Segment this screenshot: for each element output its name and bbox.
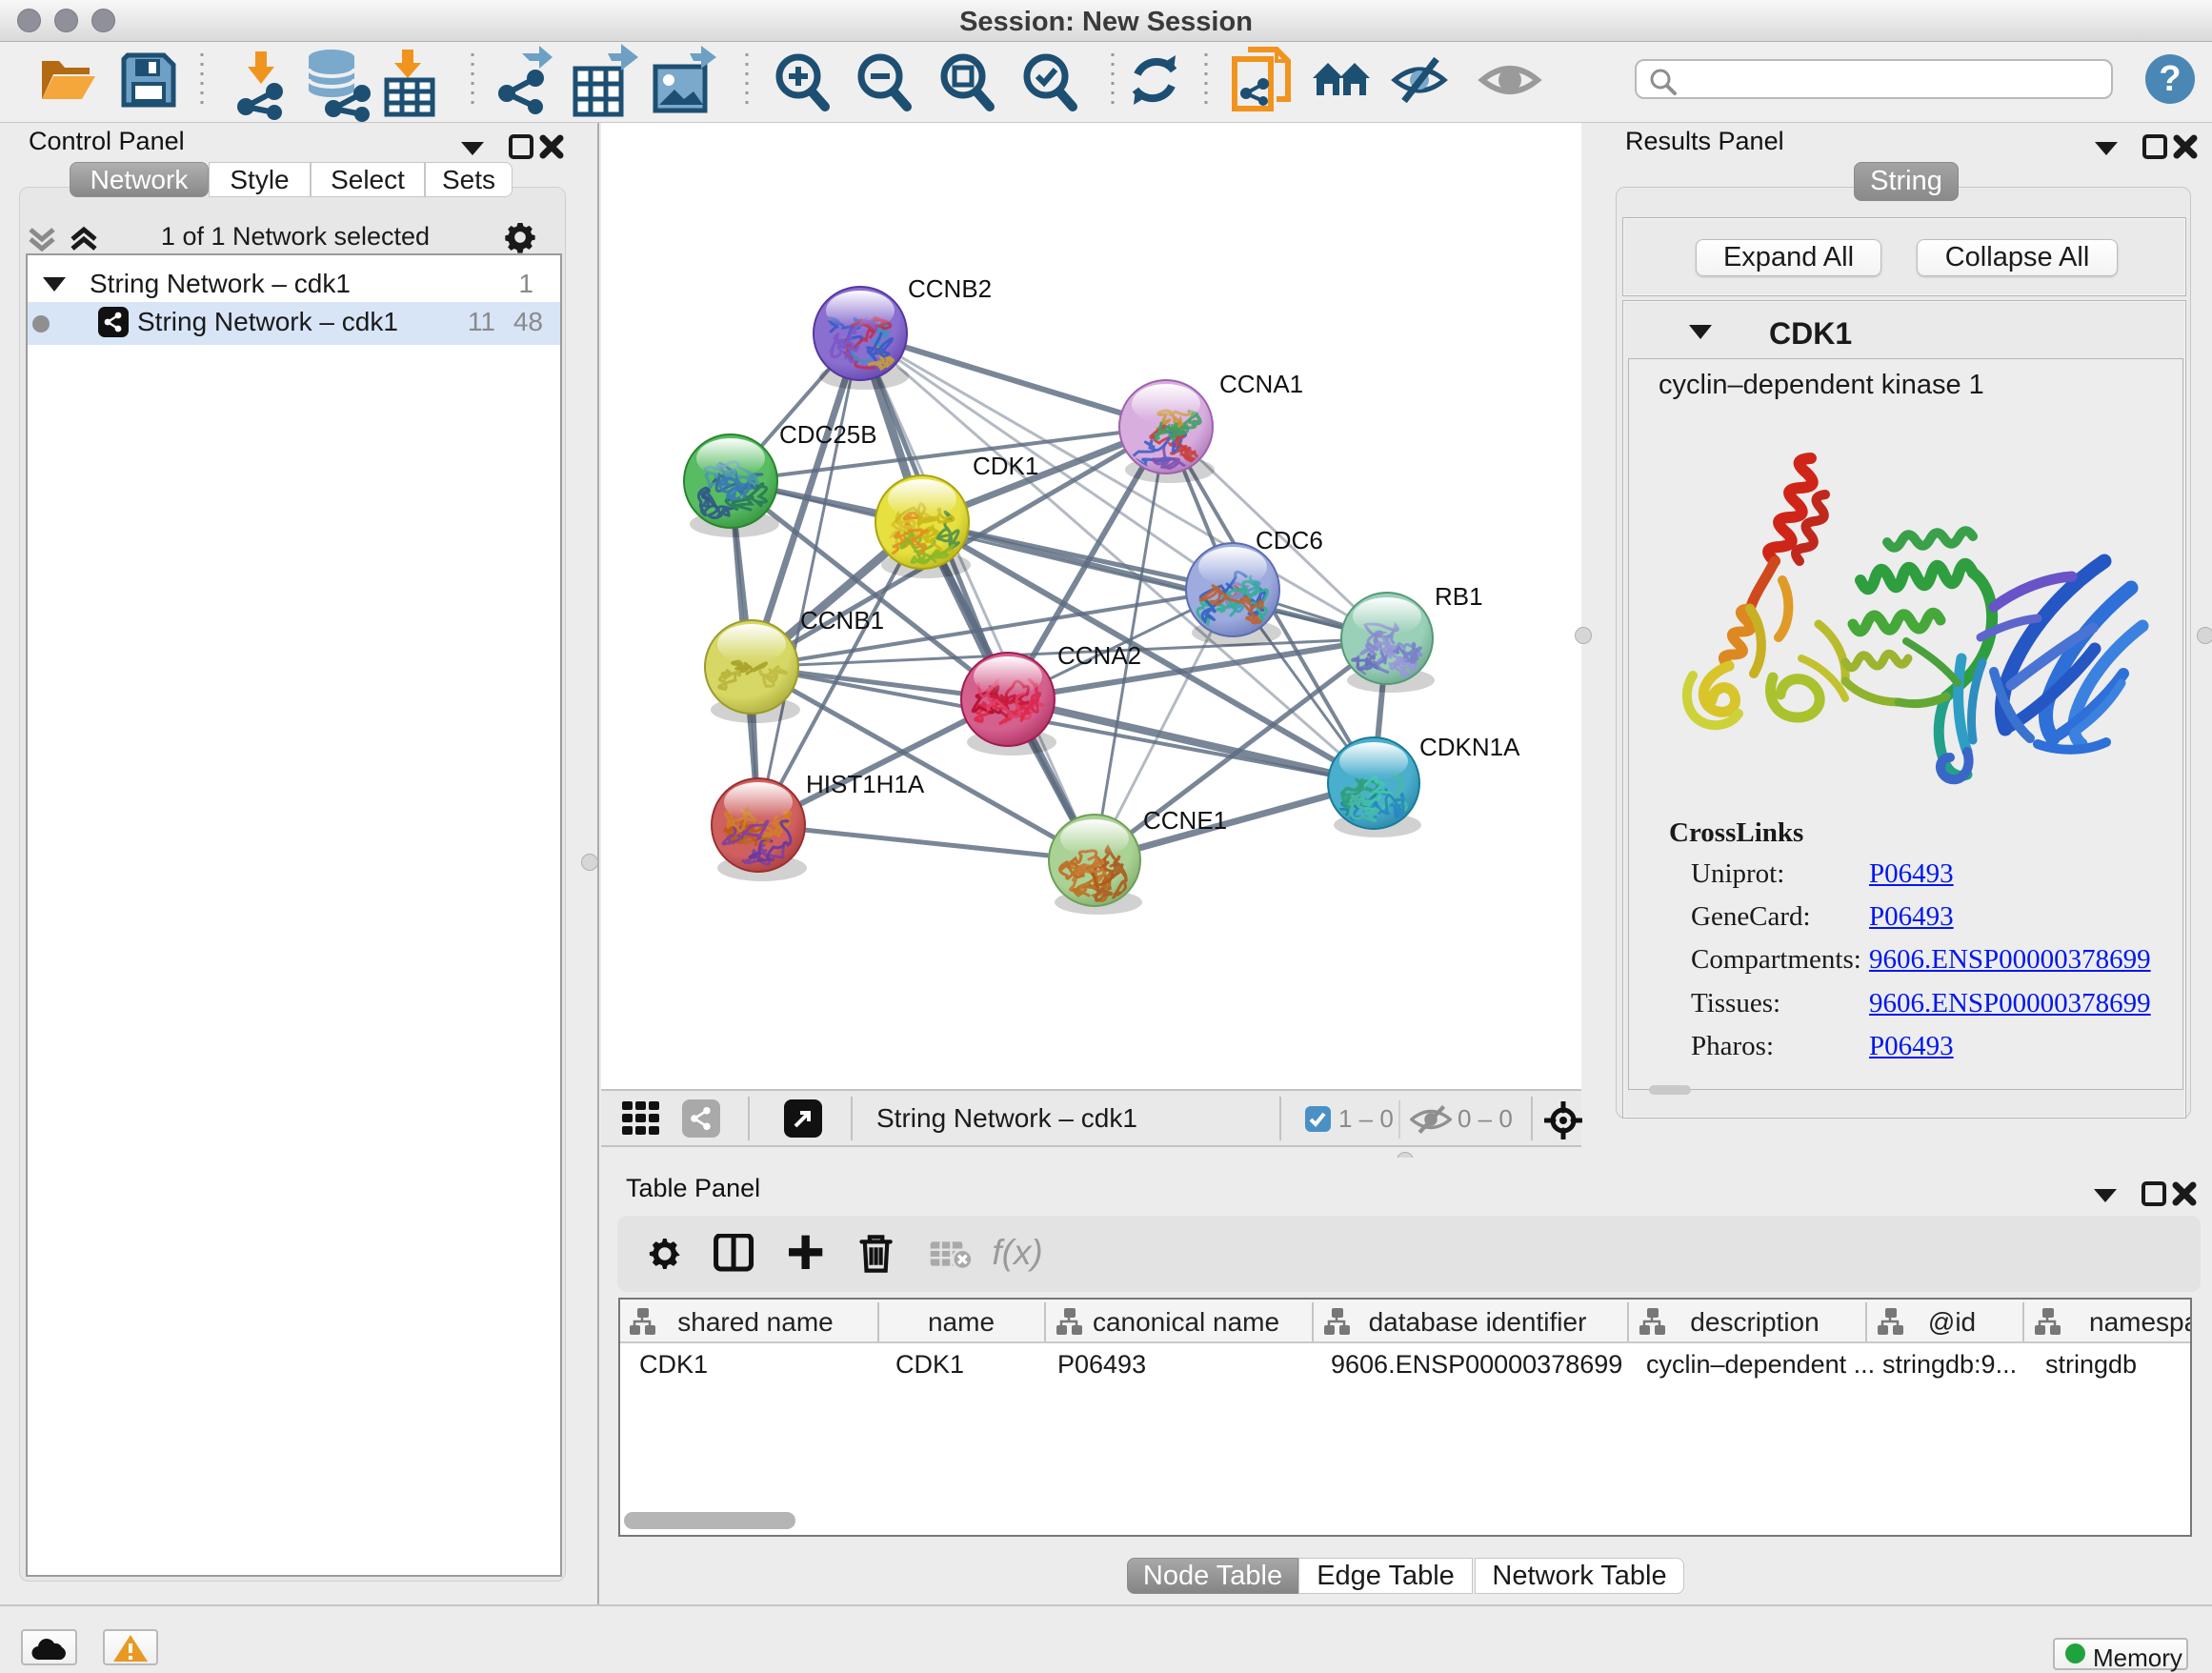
svg-text:name: name: [928, 1307, 995, 1337]
svg-text:shared name: shared name: [677, 1307, 833, 1337]
svg-text:CDKN1A: CDKN1A: [1419, 733, 1520, 761]
svg-text:canonical name: canonical name: [1093, 1307, 1279, 1337]
svg-text:namespace: namespace: [2089, 1307, 2190, 1337]
svg-text:CCNA1: CCNA1: [1219, 370, 1303, 398]
svg-text:CCNB2: CCNB2: [908, 274, 992, 303]
svg-text:CCNE1: CCNE1: [1143, 806, 1227, 835]
svg-text:CCNB1: CCNB1: [800, 606, 884, 635]
svg-text:CCNA2: CCNA2: [1057, 641, 1141, 670]
svg-text:database identifier: database identifier: [1369, 1307, 1587, 1337]
svg-text:CDC25B: CDC25B: [779, 420, 877, 449]
svg-text:HIST1H1A: HIST1H1A: [806, 770, 925, 798]
svg-text:description: description: [1690, 1307, 1819, 1337]
svg-text:CDK1: CDK1: [973, 452, 1038, 480]
svg-text:RB1: RB1: [1435, 582, 1483, 611]
svg-text:@id: @id: [1928, 1307, 1976, 1337]
svg-text:CDC6: CDC6: [1256, 526, 1323, 554]
